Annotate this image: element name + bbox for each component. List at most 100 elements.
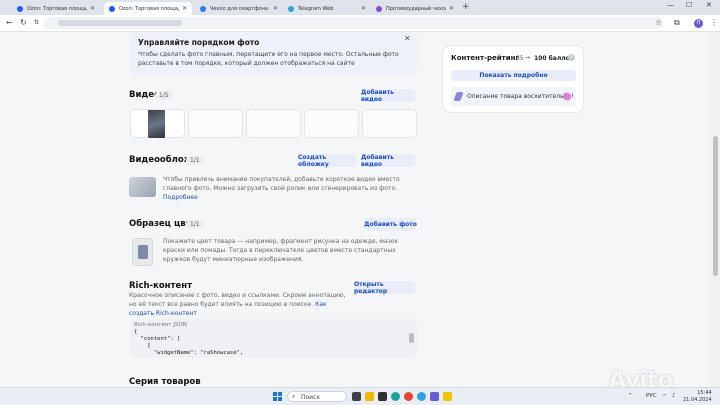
back-icon[interactable]: ← [6, 18, 13, 27]
windows-start-icon[interactable] [273, 392, 282, 401]
reload-icon[interactable]: ↻ [20, 18, 27, 27]
code-line: { [134, 329, 138, 335]
tab-title: Чехол для смартфона - купить [210, 5, 270, 12]
video-cover-illustration [129, 177, 156, 197]
hint-text: Чтобы сделать фото главным, перетащите е… [138, 51, 399, 67]
windows-taskbar: ⌕ Поиск ⌃ РУС ⌔ ♪ 15:44 21.04.2024 [0, 387, 720, 405]
close-icon[interactable]: ✕ [404, 34, 411, 43]
store-icon[interactable] [378, 392, 387, 401]
video-slot-2[interactable] [188, 109, 243, 138]
color-sample-count: 1/1 [186, 220, 204, 229]
tab-title: Telegram Web [298, 5, 334, 12]
profile-avatar[interactable]: П [694, 19, 703, 28]
close-tab-icon[interactable]: ✕ [449, 5, 454, 12]
code-line: "content": [ [134, 336, 181, 342]
tab-title: Ozon: Торговая площадка [27, 5, 87, 12]
browser-tab-1[interactable]: Ozon: Торговая площадка ✕ [12, 2, 100, 15]
page-favicon-icon [376, 5, 382, 12]
chrome-icon[interactable] [404, 392, 413, 401]
rating-message: Описание товара восхитительно! [451, 87, 576, 106]
clock-time: 15:44 [697, 390, 712, 396]
menu-icon[interactable]: ⋮ [710, 18, 718, 27]
edge-icon[interactable] [391, 392, 400, 401]
language-indicator[interactable]: РУС [646, 393, 657, 399]
color-sample-desc: Покажите цвет товара — например, фрагмен… [163, 238, 399, 263]
tray-chevron-icon[interactable]: ⌃ [628, 393, 633, 399]
video-slot-5[interactable] [362, 109, 417, 138]
volume-icon[interactable]: ♪ [672, 393, 676, 399]
rating-title: Контент-рейтинг [451, 54, 520, 62]
video-thumbnail [148, 110, 165, 138]
video-cover-count: 1/1 [186, 156, 204, 165]
ozon-favicon-icon [17, 5, 23, 12]
add-video-button[interactable]: Добавить видео [361, 89, 416, 103]
open-editor-button[interactable]: Открыть редактор [354, 281, 416, 295]
close-tab-icon[interactable]: ✕ [273, 5, 278, 12]
maximize-icon[interactable]: ☐ [686, 1, 692, 9]
app-icon[interactable] [430, 392, 439, 401]
browser-tab-3[interactable]: Чехол для смартфона - купить ✕ [195, 2, 283, 15]
browser-toolbar: ← ↻ ⇅ ☆ ⧉ П ⋮ [0, 15, 720, 32]
search-icon: ⌕ [292, 393, 296, 400]
file-explorer-icon[interactable] [365, 392, 374, 401]
color-sample-image [132, 238, 153, 266]
task-view-icon[interactable] [352, 392, 361, 401]
avito-watermark: Avito [608, 366, 674, 387]
series-title: Серия товаров [129, 377, 201, 387]
new-tab-button[interactable]: + [462, 2, 470, 12]
page-scrollbar[interactable] [711, 32, 720, 387]
bookmark-star-icon[interactable]: ☆ [655, 18, 662, 27]
show-details-button[interactable]: Показать подробно [451, 70, 576, 81]
video-slot-4[interactable] [304, 109, 359, 138]
close-tab-icon[interactable]: ✕ [90, 5, 95, 12]
arrow-right-icon: → [525, 54, 531, 61]
close-tab-icon[interactable]: ✕ [361, 5, 366, 12]
rich-desc: Красочное описание с фото, видео и ссылк… [129, 291, 349, 318]
taskbar-search[interactable]: ⌕ Поиск [287, 391, 347, 402]
add-video-button[interactable]: Добавить видео [361, 154, 416, 168]
close-tab-icon[interactable]: ✕ [182, 5, 187, 12]
page-content: Управляйте порядком фото Чтобы сделать ф… [0, 32, 720, 387]
taskbar-search-label: Поиск [301, 394, 321, 401]
rating-score: 65 [516, 55, 524, 62]
code-scrollbar[interactable] [409, 333, 414, 343]
scrollbar-thumb[interactable] [713, 136, 718, 276]
video-cover-desc-text: Чтобы привлечь внимание покупателей, доб… [163, 176, 400, 192]
yandex-icon[interactable] [443, 392, 452, 401]
rich-title: Rich-контент [129, 281, 193, 291]
tune-icon[interactable]: ⇅ [34, 19, 39, 26]
browser-tab-4[interactable]: Telegram Web ✕ [283, 2, 371, 15]
video-slot-1[interactable] [130, 109, 185, 138]
minimize-icon[interactable]: — [667, 1, 674, 9]
video-cover-desc: Чтобы привлечь внимание покупателей, доб… [163, 175, 415, 202]
tab-title: Противоударный чехол на iPh [386, 5, 446, 12]
code-line: { [134, 343, 151, 349]
hint-card: Управляйте порядком фото Чтобы сделать ф… [130, 32, 417, 76]
browser-tab-5[interactable]: Противоударный чехол на iPh ✕ [371, 2, 459, 15]
code-label: Rich-контент JSON [134, 322, 187, 328]
clock-date: 21.04.2024 [683, 397, 712, 403]
code-line: "widgetName": "raShowcase", [134, 350, 244, 356]
rich-json-editor[interactable]: Rich-контент JSON { "content": [ { "widg… [130, 319, 417, 357]
telegram-icon[interactable] [417, 392, 426, 401]
decoration-icon [453, 92, 464, 101]
wifi-icon[interactable]: ⌔ [662, 393, 667, 400]
video-slot-3[interactable] [246, 109, 301, 138]
add-photo-button[interactable]: Добавить фото [364, 218, 417, 231]
taskbar-clock[interactable]: 15:44 21.04.2024 [683, 390, 712, 404]
rating-message-text: Описание товара восхитительно! [467, 93, 574, 100]
more-link[interactable]: Подробнее [163, 194, 198, 201]
close-window-icon[interactable]: ✕ [706, 1, 712, 9]
browser-tab-2[interactable]: Ozon: Торговая площадка ✕ [104, 2, 192, 15]
extensions-icon[interactable]: ⧉ [674, 18, 680, 28]
phone-case-shape [138, 245, 148, 259]
hint-title: Управляйте порядком фото [138, 38, 260, 47]
tab-title: Ozon: Торговая площадка [119, 5, 179, 12]
telegram-favicon-icon [288, 5, 294, 12]
content-rating-card: Контент-рейтинг 65 → 100 баллов i Показа… [442, 45, 584, 113]
video-count: 1/5 [155, 91, 173, 100]
address-bar[interactable] [44, 17, 662, 29]
create-cover-button[interactable]: Создать обложку [298, 154, 357, 168]
blurred-url [58, 20, 182, 26]
info-icon[interactable]: i [568, 54, 575, 61]
